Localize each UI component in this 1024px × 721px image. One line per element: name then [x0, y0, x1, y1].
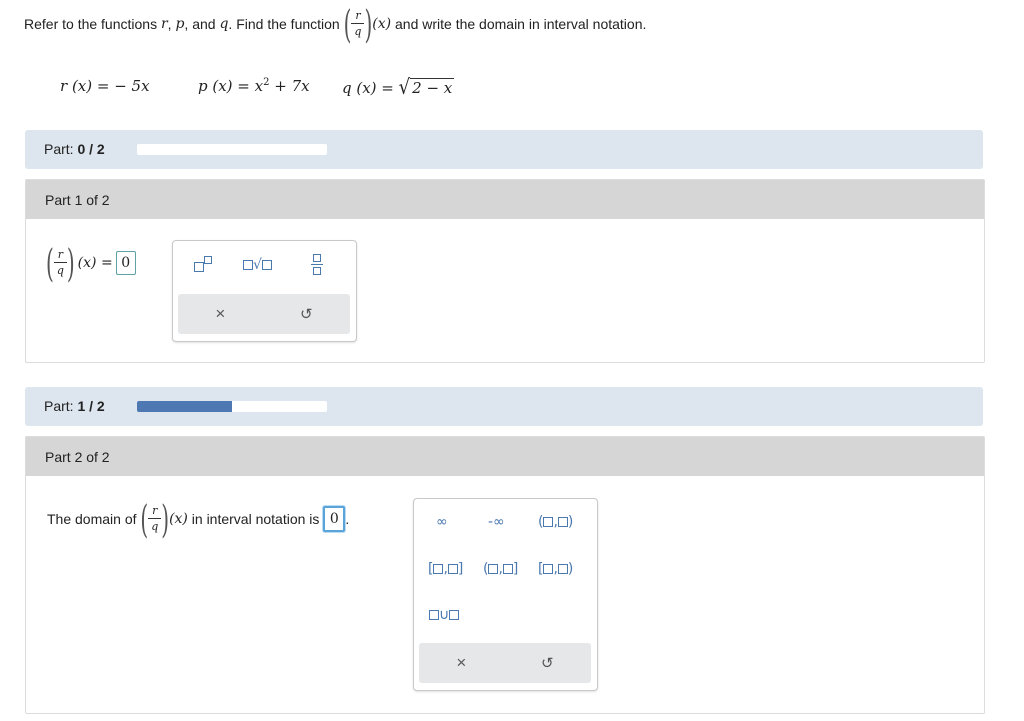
part1-equation: ( r q ) (x) = 0 — [46, 243, 136, 281]
status-label: Part: — [44, 398, 74, 414]
part1-answer-input[interactable]: 0 — [115, 250, 136, 275]
left-paren: ( — [46, 239, 54, 286]
part1-status-bar: Part: 0 / 2 — [25, 130, 983, 169]
union-button[interactable]: ∪ — [429, 607, 460, 623]
infinity-button[interactable]: ∞ — [436, 514, 448, 530]
progress-fill — [137, 401, 232, 412]
definition-q-lhs: q (x) = — [342, 79, 394, 97]
open-open-interval-button[interactable]: (,) — [538, 514, 573, 530]
part2-header: Part 2 of 2 — [26, 437, 984, 476]
undo-icon[interactable]: ↺ — [300, 305, 313, 323]
closed-closed-interval-button[interactable]: [,] — [428, 561, 463, 577]
radicand-box-icon — [261, 260, 272, 270]
period: . — [345, 510, 350, 527]
part2-text-before: The domain of — [47, 510, 137, 527]
radical-icon: √ — [398, 75, 411, 100]
open-closed-interval-button[interactable]: (,] — [483, 561, 518, 577]
index-box-icon — [243, 260, 253, 270]
part2-text-after: in interval notation is — [191, 510, 320, 527]
right-paren: ) — [364, 0, 373, 47]
question-text: Refer to the functions r , p , and q . F… — [24, 4, 647, 42]
base-box-icon — [194, 262, 204, 272]
fraction-bar-icon — [311, 264, 323, 265]
status-progress: 1 / 2 — [77, 398, 105, 414]
frac-num: r — [57, 248, 63, 261]
comma: , — [167, 15, 172, 32]
question-find: . Find the function — [228, 15, 340, 32]
part2-status-bar: Part: 1 / 2 — [25, 387, 983, 426]
status-progress: 0 / 2 — [77, 141, 105, 157]
definition-p-exp: 2 — [263, 77, 270, 88]
palette-tool-bar: × ↺ — [178, 294, 350, 334]
frac-num: r — [355, 9, 361, 22]
var-r: r — [160, 15, 168, 32]
denominator-box-icon — [313, 267, 321, 275]
left-paren: ( — [140, 495, 149, 542]
question-prefix: Refer to the functions — [24, 15, 158, 32]
question-suffix: and write the domain in interval notatio… — [395, 15, 647, 32]
var-q: q — [219, 15, 229, 32]
clear-icon[interactable]: × — [215, 304, 225, 324]
progress-track — [137, 401, 327, 412]
part1-panel: Part 1 of 2 — [25, 179, 985, 363]
part2-prompt: The domain of ( r q ) (x) in interval no… — [47, 500, 350, 538]
part1-heading: Part 1 of 2 — [45, 192, 110, 208]
part2-heading: Part 2 of 2 — [45, 449, 110, 465]
negative-infinity-button[interactable]: -∞ — [488, 514, 505, 530]
var-p: p — [175, 15, 185, 32]
part2-status-label: Part: 1 / 2 — [44, 398, 105, 414]
frac-den: q — [148, 518, 162, 532]
fraction-button[interactable] — [311, 254, 323, 275]
exponent-box-icon — [204, 256, 212, 264]
part1-status-label: Part: 0 / 2 — [44, 141, 105, 157]
comma-and: , and — [184, 15, 216, 32]
fraction-r-over-q: r q — [53, 248, 67, 276]
radical-icon: √ — [253, 257, 262, 273]
definition-r: r (x) = − 5x — [60, 77, 150, 95]
left-paren: ( — [343, 0, 352, 47]
palette-tool-bar: × ↺ — [419, 643, 591, 683]
part2-interval-palette: ∞ -∞ (,) [,] (,] [,) ∪ × ↺ — [413, 498, 598, 691]
right-paren: ) — [66, 239, 75, 286]
definition-r-text: r (x) = − 5x — [60, 77, 150, 95]
status-label: Part: — [44, 141, 74, 157]
fraction-r-over-q: r q — [148, 504, 162, 532]
exponent-button[interactable] — [194, 256, 212, 275]
part1-arg: (x) = — [77, 254, 113, 271]
clear-icon[interactable]: × — [456, 653, 466, 673]
definition-p-lhs: p (x) = x — [198, 77, 264, 95]
part1-math-palette: √ × ↺ — [172, 240, 357, 342]
frac-den: q — [53, 262, 67, 276]
progress-track — [137, 144, 327, 155]
definition-p-rhs: + 7x — [274, 77, 310, 95]
frac-num: r — [152, 504, 158, 517]
part2-answer-input[interactable]: 0 — [323, 505, 346, 532]
undo-icon[interactable]: ↺ — [541, 654, 554, 672]
nth-root-button[interactable]: √ — [243, 257, 272, 273]
closed-open-interval-button[interactable]: [,) — [538, 561, 573, 577]
radicand: 2 − x — [410, 78, 455, 97]
frac-den: q — [351, 23, 365, 37]
numerator-box-icon — [313, 254, 321, 262]
question-arg: (x) — [372, 15, 392, 32]
fraction-r-over-q: r q — [351, 9, 365, 37]
definition-q: q (x) = √ 2 − x — [342, 75, 455, 100]
part1-header: Part 1 of 2 — [26, 180, 984, 219]
part2-arg: (x) — [169, 510, 188, 527]
sqrt-expression: √ 2 − x — [398, 75, 455, 100]
definition-p: p (x) = x2 + 7x — [198, 77, 310, 95]
right-paren: ) — [161, 495, 170, 542]
